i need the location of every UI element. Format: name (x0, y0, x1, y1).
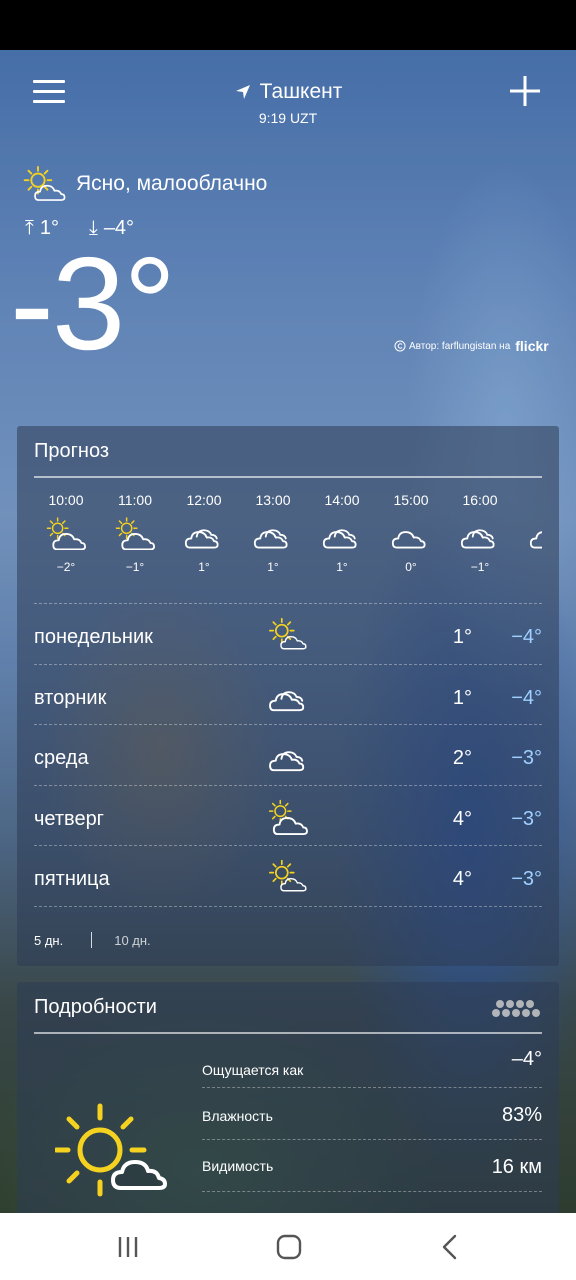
day-name: среда (34, 747, 89, 769)
sun-cloud-icon (269, 617, 307, 650)
current-condition: Ясно, малооблачно (22, 165, 267, 203)
detail-row: Видимость 16 км (202, 1140, 542, 1192)
current-temperature: -3° (10, 230, 176, 377)
day-low: −3° (511, 747, 542, 769)
detail-row: Влажность 83% (202, 1088, 542, 1140)
visibility-value: 16 км (491, 1156, 542, 1178)
cloud-icon (529, 531, 542, 549)
hour-item: 10:00 −2° (34, 492, 98, 574)
cloudy-icon (269, 690, 305, 711)
partly-sunny-icon (46, 517, 86, 550)
detail-row: Ощущается как –4° (202, 1038, 542, 1088)
cloudy-icon (460, 529, 495, 549)
daily-row[interactable]: вторник 1° −4° (34, 663, 542, 725)
details-panel: Подробности Ощущается как –4° Влажность … (17, 982, 559, 1222)
visibility-label: Видимость (202, 1158, 274, 1174)
hourly-forecast[interactable]: 10:00 −2° 11:00 −1° 12:00 1° 13:00 1° 14… (34, 492, 542, 596)
copyright-icon (394, 340, 406, 352)
day-high: 1° (452, 686, 472, 709)
day-low: −3° (511, 868, 542, 890)
sun-cloud-icon (55, 1103, 167, 1197)
humidity-value: 83% (501, 1104, 542, 1126)
day-high: 4° (452, 868, 472, 890)
daily-row[interactable]: среда 2° −3° (34, 724, 542, 785)
forecast-title: Прогноз (34, 440, 110, 462)
location-header: Ташкент 9:19 UZT (0, 80, 576, 126)
divider (34, 476, 542, 478)
cloudy-icon (269, 751, 305, 772)
humidity-label: Влажность (202, 1108, 273, 1124)
credit-text: Автор: farflungistan на (409, 340, 511, 352)
home-icon[interactable] (273, 1231, 305, 1263)
hour-item: 14:00 1° (310, 492, 374, 574)
details-title: Подробности (34, 996, 157, 1018)
location-arrow-icon (235, 85, 250, 99)
cloud-icon (391, 531, 426, 549)
daily-row[interactable]: пятница 4° −3° (34, 845, 542, 906)
cloudy-icon (184, 529, 219, 549)
day-low: −4° (511, 626, 542, 648)
day-high: 1° (452, 626, 472, 648)
day-low: −4° (511, 686, 542, 709)
daily-forecast: понедельник 1° −4° вторник 1° −4° среда … (34, 603, 542, 907)
sun-cloud-icon (269, 859, 307, 892)
divider (34, 1032, 542, 1034)
status-bar (0, 0, 576, 50)
recent-apps-icon[interactable] (112, 1231, 144, 1263)
local-time: 9:19 UZT (258, 110, 318, 126)
partly-sunny-icon (268, 799, 308, 835)
daily-row[interactable]: понедельник 1° −4° (34, 603, 542, 664)
day-name: четверг (34, 807, 104, 830)
flickr-logo: flickr (515, 338, 549, 354)
hour-item: 11:00 −1° (103, 492, 167, 574)
range-10-days[interactable]: 10 дн. (114, 933, 150, 948)
back-icon[interactable] (434, 1231, 466, 1263)
dots-grid-icon[interactable] (490, 998, 542, 1020)
day-high: 2° (452, 747, 472, 769)
feels-like-label: Ощущается как (202, 1062, 304, 1078)
plus-icon[interactable] (508, 74, 542, 108)
day-low: −3° (511, 807, 542, 830)
hour-item: 12:00 1° (172, 492, 236, 574)
day-range-toggle: 5 дн. 10 дн. (34, 932, 151, 948)
location-name[interactable]: Ташкент (260, 80, 343, 104)
hour-item: 15:00 0° (379, 492, 443, 574)
cloudy-icon (253, 529, 288, 549)
daily-row[interactable]: четверг 4° −3° (34, 784, 542, 846)
range-5-days[interactable]: 5 дн. (34, 933, 63, 948)
hour-item: 13:00 1° (241, 492, 305, 574)
partly-sunny-icon (115, 517, 155, 550)
day-name: пятница (34, 868, 110, 890)
photo-credit[interactable]: Автор: farflungistan на flickr (394, 338, 549, 354)
hour-item: 17 − (517, 492, 542, 574)
navigation-bar (0, 1213, 576, 1280)
condition-text: Ясно, малооблачно (76, 172, 268, 195)
day-name: понедельник (34, 626, 153, 648)
day-high: 4° (452, 807, 472, 830)
day-name: вторник (34, 686, 107, 709)
hour-item: 16:00 −1° (448, 492, 512, 574)
forecast-panel: Прогноз 10:00 −2° 11:00 −1° 12:00 1° 13:… (17, 426, 559, 966)
partly-sunny-icon (23, 165, 66, 201)
feels-like-value: –4° (511, 1048, 542, 1070)
cloudy-icon (322, 529, 357, 549)
